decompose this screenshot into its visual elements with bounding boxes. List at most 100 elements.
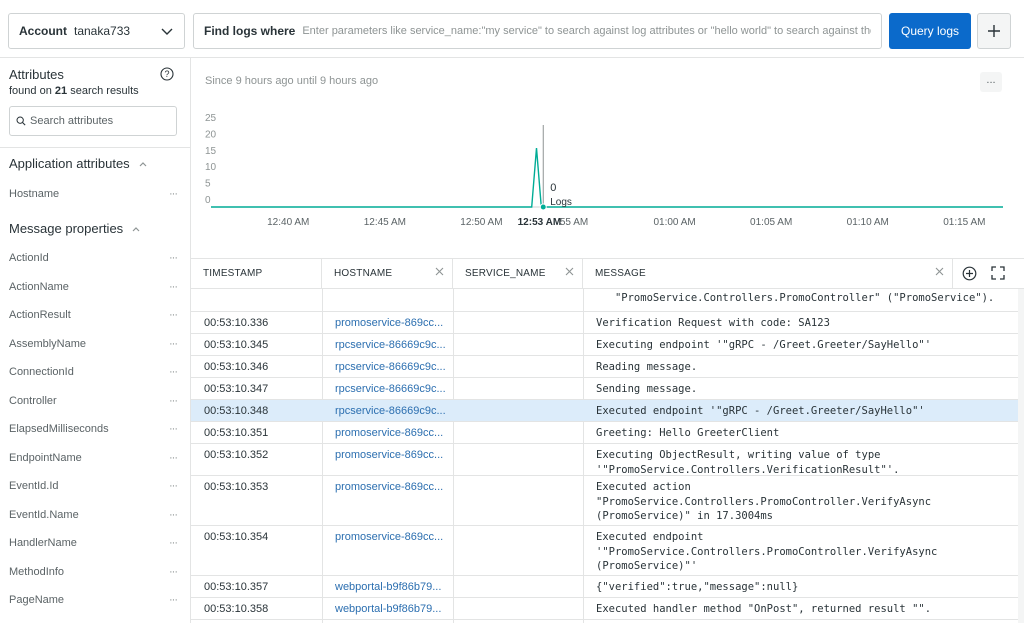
cell-hostname-link[interactable]: rpcservice-86669c9c...	[335, 339, 447, 351]
table-row[interactable]: 00:53:10.353 promoservice-869cc... Execute…	[191, 476, 1018, 526]
cell-message: {"verified":true,"message":null}	[596, 581, 799, 593]
attribute-item[interactable]: PageName ···	[9, 594, 178, 606]
y-tick-label: 25	[205, 113, 217, 124]
cell-message: Verification Request with code: SA123	[596, 317, 830, 329]
attribute-search[interactable]	[9, 106, 177, 136]
attribute-item[interactable]: ActionResult ···	[9, 309, 178, 321]
logs-chart-svg[interactable]: 0 5 10 15 20 25 12:40 AM 12:45 AM 12:50 AM 12:53 …	[191, 58, 1024, 258]
attribute-menu-icon[interactable]: ···	[169, 188, 178, 200]
cell-hostname-link[interactable]: promoservice-869cc...	[335, 317, 447, 329]
query-input[interactable]	[302, 25, 871, 37]
attribute-menu-icon[interactable]: ···	[169, 395, 178, 407]
table-row[interactable]: 00:53:10.336 promoservice-869cc... Verific…	[191, 312, 1018, 334]
cell-message: Reading message.	[596, 361, 698, 373]
x-tick-label: 01:15 AM	[943, 217, 985, 228]
cell-hostname-link[interactable]: promoservice-869cc...	[335, 427, 447, 439]
attributes-sidebar: Attributes ? found on 21 search results …	[0, 58, 191, 623]
cell-message: Executed action "PromoService.Controller…	[596, 481, 932, 522]
attribute-menu-icon[interactable]: ···	[169, 423, 178, 435]
help-icon[interactable]: ?	[160, 67, 174, 81]
attribute-menu-icon[interactable]: ···	[169, 366, 178, 378]
attribute-name: ActionId	[9, 252, 49, 264]
attribute-menu-icon[interactable]: ···	[169, 480, 178, 492]
x-tick-label: 01:05 AM	[750, 217, 792, 228]
attribute-item[interactable]: Hostname ···	[9, 188, 178, 200]
close-icon[interactable]	[565, 267, 574, 276]
cell-timestamp: 00:53:10.336	[204, 317, 269, 329]
account-selector[interactable]: Account tanaka733	[8, 13, 185, 49]
table-row[interactable]: 00:53:10.346 rpcservice-86669c9c... Readin…	[191, 356, 1018, 378]
attribute-item[interactable]: ConnectionId ···	[9, 366, 178, 378]
column-header-service-name[interactable]: SERVICE_NAME	[453, 259, 583, 288]
cell-hostname-link[interactable]: rpcservice-86669c9c...	[335, 361, 447, 373]
attribute-name: Controller	[9, 394, 57, 407]
attribute-menu-icon[interactable]: ···	[169, 566, 178, 578]
add-column-icon[interactable]	[962, 266, 977, 281]
table-row[interactable]: "PromoService.Controllers.PromoControlle…	[191, 289, 1018, 312]
column-header-hostname[interactable]: HOSTNAME	[322, 259, 453, 288]
attribute-menu-icon[interactable]: ···	[169, 452, 178, 464]
tooltip-series: Logs	[550, 197, 572, 208]
attribute-item[interactable]: MethodInfo ···	[9, 565, 178, 578]
attribute-menu-icon[interactable]: ···	[169, 338, 178, 350]
query-bar[interactable]: Find logs where	[193, 13, 882, 49]
add-query-button[interactable]	[977, 13, 1011, 49]
fullscreen-icon[interactable]	[991, 266, 1005, 280]
cell-message: Executed endpoint '"PromoService.Control…	[596, 531, 938, 572]
cell-message: Executing ObjectResult, writing value of…	[596, 449, 900, 476]
column-header-timestamp[interactable]: TIMESTAMP	[191, 259, 322, 288]
series-line-logs[interactable]	[211, 147, 1003, 208]
cell-hostname-link[interactable]: rpcservice-86669c9c...	[335, 383, 447, 395]
x-tick-label: 12:50 AM	[460, 217, 502, 228]
attribute-item[interactable]: EventId.Id ···	[9, 480, 178, 492]
cell-hostname-link[interactable]: promoservice-869cc...	[335, 481, 447, 493]
close-icon[interactable]	[935, 267, 944, 276]
section-title: Application attributes	[9, 156, 130, 171]
y-tick-label: 15	[205, 146, 217, 157]
attribute-menu-icon[interactable]: ···	[169, 509, 178, 521]
column-header-message[interactable]: MESSAGE	[583, 259, 953, 288]
table-row[interactable]: 00:53:10.354 promoservice-869cc... Execute…	[191, 526, 1018, 576]
attribute-item[interactable]: ElapsedMilliseconds ···	[9, 423, 178, 435]
table-row[interactable]: 00:53:10.345 rpcservice-86669c9c... Execut…	[191, 334, 1018, 356]
chevron-down-icon	[161, 28, 173, 35]
cell-hostname-link[interactable]: promoservice-869cc...	[335, 449, 447, 461]
attribute-item[interactable]: ActionId ···	[9, 252, 178, 264]
query-label: Find logs where	[204, 24, 296, 38]
attribute-item[interactable]: EventId.Name ···	[9, 509, 178, 521]
section-header[interactable]: Message properties	[9, 221, 141, 236]
query-logs-button[interactable]: Query logs	[889, 13, 971, 49]
cell-hostname-link[interactable]: webportal-b9f86b79...	[335, 581, 447, 593]
attribute-search-input[interactable]	[30, 115, 170, 127]
attribute-name: MethodInfo	[9, 565, 65, 578]
y-tick-label: 10	[205, 162, 217, 173]
attribute-menu-icon[interactable]: ···	[169, 309, 178, 321]
table-row[interactable]: 00:53:10.358 webportal-b9f86b79... Execute…	[191, 598, 1018, 620]
close-icon[interactable]	[435, 267, 444, 276]
hover-point	[539, 203, 547, 211]
attribute-name: HandlerName	[9, 537, 77, 549]
cell-timestamp: 00:53:10.347	[204, 383, 269, 395]
attribute-menu-icon[interactable]: ···	[169, 594, 178, 606]
attribute-item[interactable]: HandlerName ···	[9, 537, 178, 549]
section-header[interactable]: Application attributes	[9, 156, 148, 171]
attribute-item[interactable]: Controller ···	[9, 394, 178, 407]
table-row[interactable]: 00:53:10.357 webportal-b9f86b79... {"verif…	[191, 576, 1018, 598]
attribute-menu-icon[interactable]: ···	[169, 252, 178, 264]
attribute-item[interactable]: ActionName ···	[9, 281, 178, 293]
x-tick-label: 01:00 AM	[653, 217, 695, 228]
table-row[interactable]: 00:53:10.348 rpcservice-86669c9c... Execut…	[191, 400, 1018, 422]
attribute-item[interactable]: AssemblyName ···	[9, 338, 178, 350]
cell-hostname-link[interactable]: rpcservice-86669c9c...	[335, 405, 447, 417]
table-row[interactable]: 00:53:10.347 rpcservice-86669c9c... Sendin…	[191, 378, 1018, 400]
cell-hostname-link[interactable]: webportal-b9f86b79...	[335, 603, 447, 615]
cell-message: Executed handler method "OnPost", return…	[596, 603, 932, 615]
cell-hostname-link[interactable]: promoservice-869cc...	[335, 531, 447, 543]
attribute-menu-icon[interactable]: ···	[169, 281, 178, 293]
table-row[interactable]: 00:53:10.352 promoservice-869cc... Executi…	[191, 444, 1018, 476]
logs-chart: Since 9 hours ago until 9 hours ago ... …	[191, 58, 1024, 258]
attribute-item[interactable]: EndpointName ···	[9, 452, 178, 464]
table-row[interactable]: 00:53:10.351 promoservice-869cc... Greetin…	[191, 422, 1018, 444]
attribute-menu-icon[interactable]: ···	[169, 537, 178, 549]
table-scrollbar[interactable]	[1018, 289, 1024, 623]
